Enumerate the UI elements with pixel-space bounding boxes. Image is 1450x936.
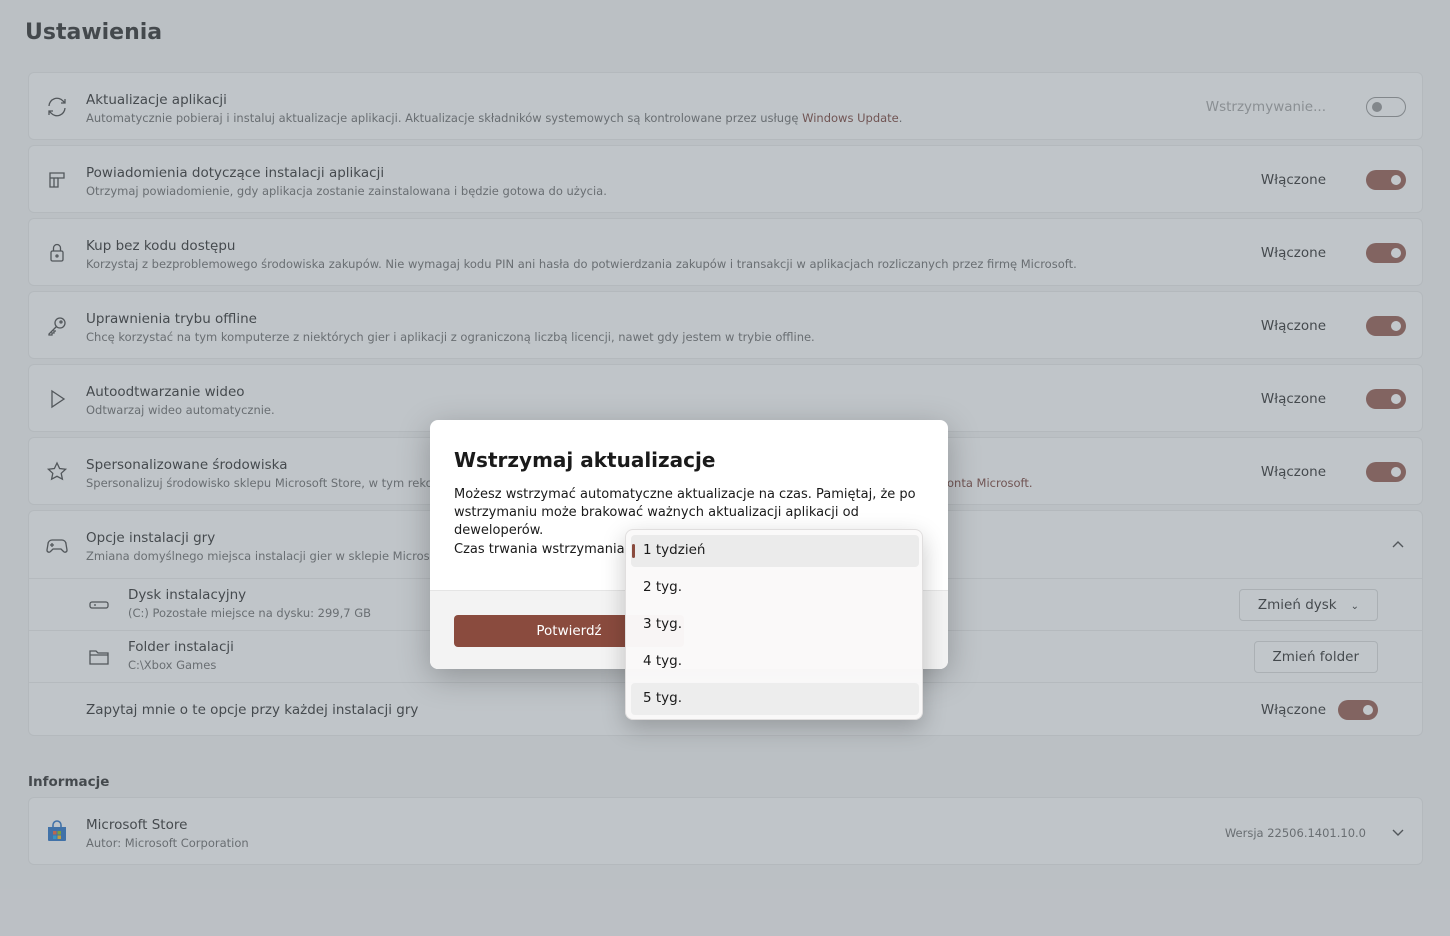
duration-option[interactable]: 2 tyg.: [631, 572, 919, 604]
duration-option[interactable]: 5 tyg.: [631, 683, 919, 715]
pause-duration-dropdown[interactable]: 1 tydzień 2 tyg. 3 tyg. 4 tyg. 5 tyg.: [625, 529, 923, 720]
pause-duration-label: Czas trwania wstrzymania: [454, 542, 625, 557]
duration-option[interactable]: 4 tyg.: [631, 646, 919, 678]
duration-option[interactable]: 3 tyg.: [631, 609, 919, 641]
dialog-title: Wstrzymaj aktualizacje: [454, 448, 716, 472]
duration-option[interactable]: 1 tydzień: [631, 535, 919, 567]
